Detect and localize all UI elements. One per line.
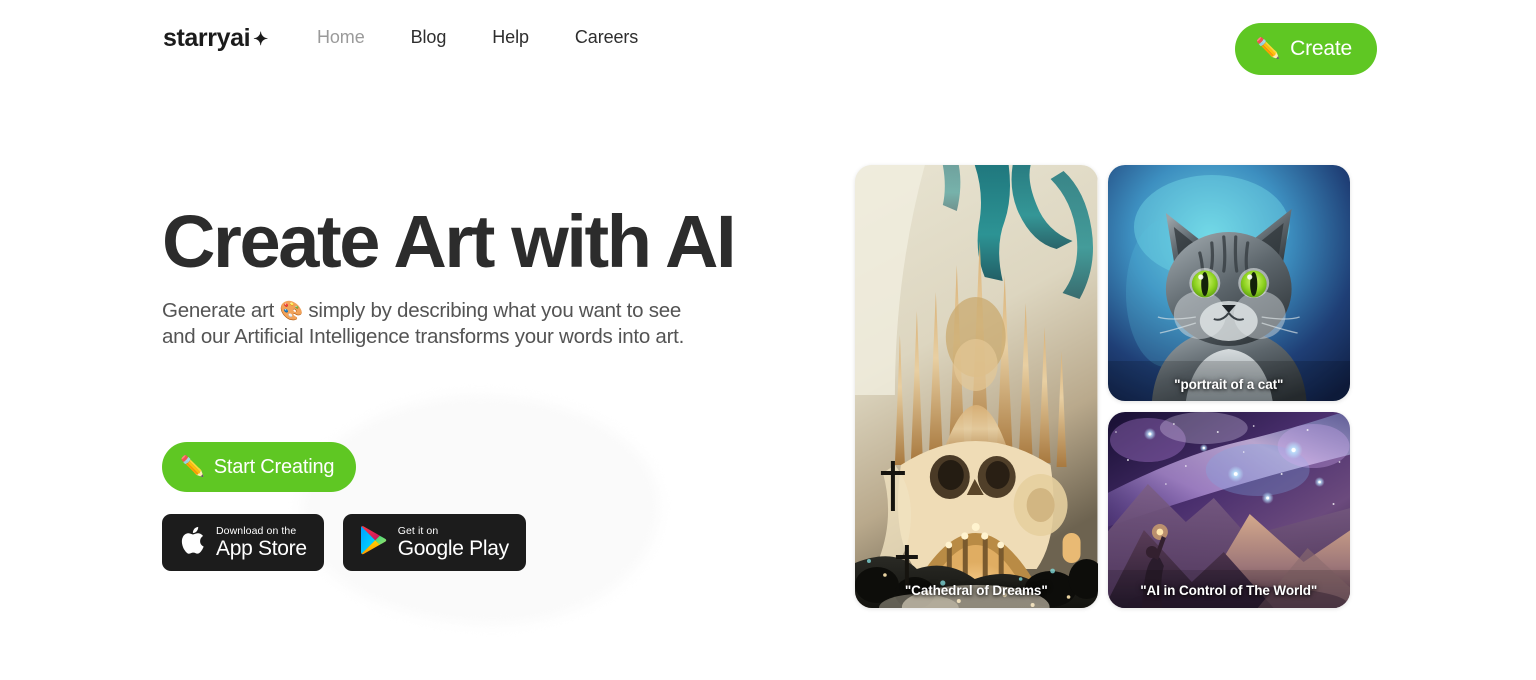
art-card-cathedral[interactable]: "Cathedral of Dreams" bbox=[855, 165, 1098, 608]
ai-world-artwork bbox=[1107, 412, 1350, 608]
gallery-column-right: "portrait of a cat" "AI in Control of Th… bbox=[1107, 165, 1350, 608]
starryai-logo[interactable]: starryai ✦ bbox=[163, 26, 268, 51]
logo-sparkle-icon: ✦ bbox=[253, 29, 269, 49]
create-button[interactable]: ✏️ Create bbox=[1235, 23, 1377, 75]
store-badges-row: Download on the App Store Get it on Goog… bbox=[162, 514, 526, 571]
page-title: Create Art with AI bbox=[162, 200, 737, 283]
create-button-label: Create bbox=[1290, 37, 1352, 60]
nav-link-blog[interactable]: Blog bbox=[411, 27, 447, 48]
nav-link-help[interactable]: Help bbox=[492, 27, 529, 48]
google-play-big-text: Google Play bbox=[397, 537, 509, 561]
app-store-badge-texts: Download on the App Store bbox=[216, 526, 307, 560]
hero-text-block: Create Art with AI Generate art 🎨 simply… bbox=[162, 205, 782, 351]
art-card-ai-world[interactable]: "AI in Control of The World" bbox=[1107, 412, 1350, 608]
apple-icon bbox=[179, 525, 205, 561]
cta-row: ✏️ Start Creating bbox=[162, 442, 357, 492]
start-creating-label: Start Creating bbox=[213, 455, 335, 478]
start-creating-button[interactable]: ✏️ Start Creating bbox=[162, 442, 357, 492]
art-card-cat[interactable]: "portrait of a cat" bbox=[1107, 165, 1350, 401]
pencil-icon: ✏️ bbox=[1255, 38, 1281, 60]
app-store-small-text: Download on the bbox=[216, 524, 297, 537]
nav-link-home[interactable]: Home bbox=[317, 27, 365, 48]
cat-artwork bbox=[1107, 165, 1350, 401]
site-header: starryai ✦ Home Blog Help Careers ✏️ Cre… bbox=[0, 0, 1536, 96]
logo-text: starryai bbox=[163, 24, 251, 52]
hero-subtitle: Generate art 🎨 simply by describing what… bbox=[162, 298, 702, 351]
google-play-icon bbox=[360, 525, 387, 560]
google-play-badge[interactable]: Get it on Google Play bbox=[342, 514, 526, 571]
hero-subtitle-part1: Generate art bbox=[162, 299, 280, 322]
nav-link-careers[interactable]: Careers bbox=[575, 27, 638, 48]
app-store-badge[interactable]: Download on the App Store bbox=[162, 514, 324, 571]
google-play-badge-texts: Get it on Google Play bbox=[398, 526, 509, 560]
gallery-column-left: "Cathedral of Dreams" bbox=[855, 165, 1098, 608]
landing-page: starryai ✦ Home Blog Help Careers ✏️ Cre… bbox=[0, 0, 1536, 680]
palette-icon: 🎨 bbox=[279, 301, 304, 322]
main-nav: Home Blog Help Careers bbox=[317, 27, 638, 48]
pencil-icon: ✏️ bbox=[180, 456, 205, 478]
art-gallery: "Cathedral of Dreams" "portrait of a cat… bbox=[855, 165, 1350, 608]
app-store-big-text: App Store bbox=[216, 537, 307, 561]
cathedral-artwork bbox=[855, 165, 1098, 608]
background-blob bbox=[300, 395, 660, 625]
google-play-small-text: Get it on bbox=[397, 524, 439, 537]
